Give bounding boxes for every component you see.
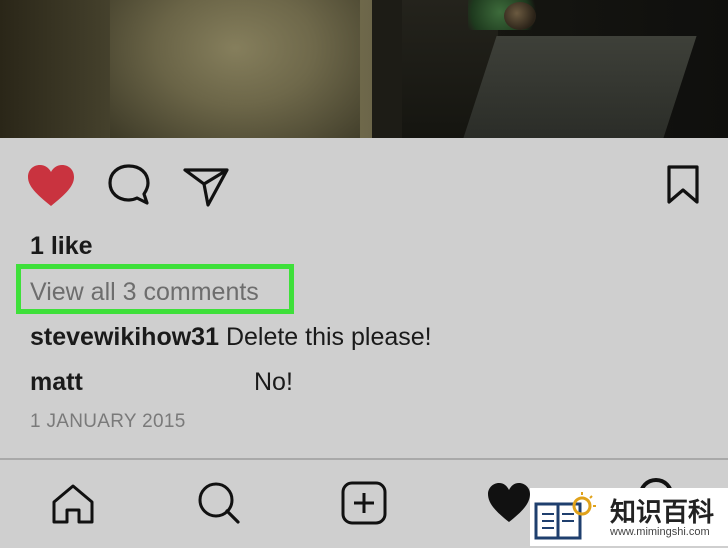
- comment-username[interactable]: matt: [30, 368, 83, 396]
- photo-ornament: [504, 2, 536, 30]
- heart-filled-icon[interactable]: [26, 164, 76, 208]
- view-all-comments-link[interactable]: View all 3 comments: [30, 278, 259, 307]
- post-photo[interactable]: [0, 0, 728, 138]
- watermark-title: 知识百科: [610, 497, 715, 527]
- post-date: 1 JANUARY 2015: [30, 411, 186, 432]
- book-lightbulb-logo-icon: [534, 492, 596, 540]
- comment-bubble-icon[interactable]: [106, 163, 152, 207]
- add-post-icon[interactable]: [340, 480, 388, 526]
- comment-row: matt No!: [30, 368, 293, 397]
- activity-heart-icon[interactable]: [486, 482, 532, 524]
- watermark-url: www.mimingshi.com: [610, 526, 710, 538]
- comment-row: stevewikihow31 Delete this please!: [30, 323, 432, 352]
- search-icon[interactable]: [196, 480, 242, 526]
- paper-plane-icon[interactable]: [182, 164, 230, 208]
- bookmark-icon[interactable]: [666, 164, 700, 206]
- like-count[interactable]: 1 like: [30, 232, 93, 261]
- home-icon[interactable]: [50, 482, 96, 526]
- photo-wall: [110, 0, 360, 138]
- comment-text: No!: [254, 368, 293, 396]
- photo-door-frame: [372, 0, 402, 138]
- comment-username[interactable]: stevewikihow31: [30, 323, 219, 351]
- photo-floor: [463, 36, 697, 138]
- comment-text: Delete this please!: [225, 323, 432, 351]
